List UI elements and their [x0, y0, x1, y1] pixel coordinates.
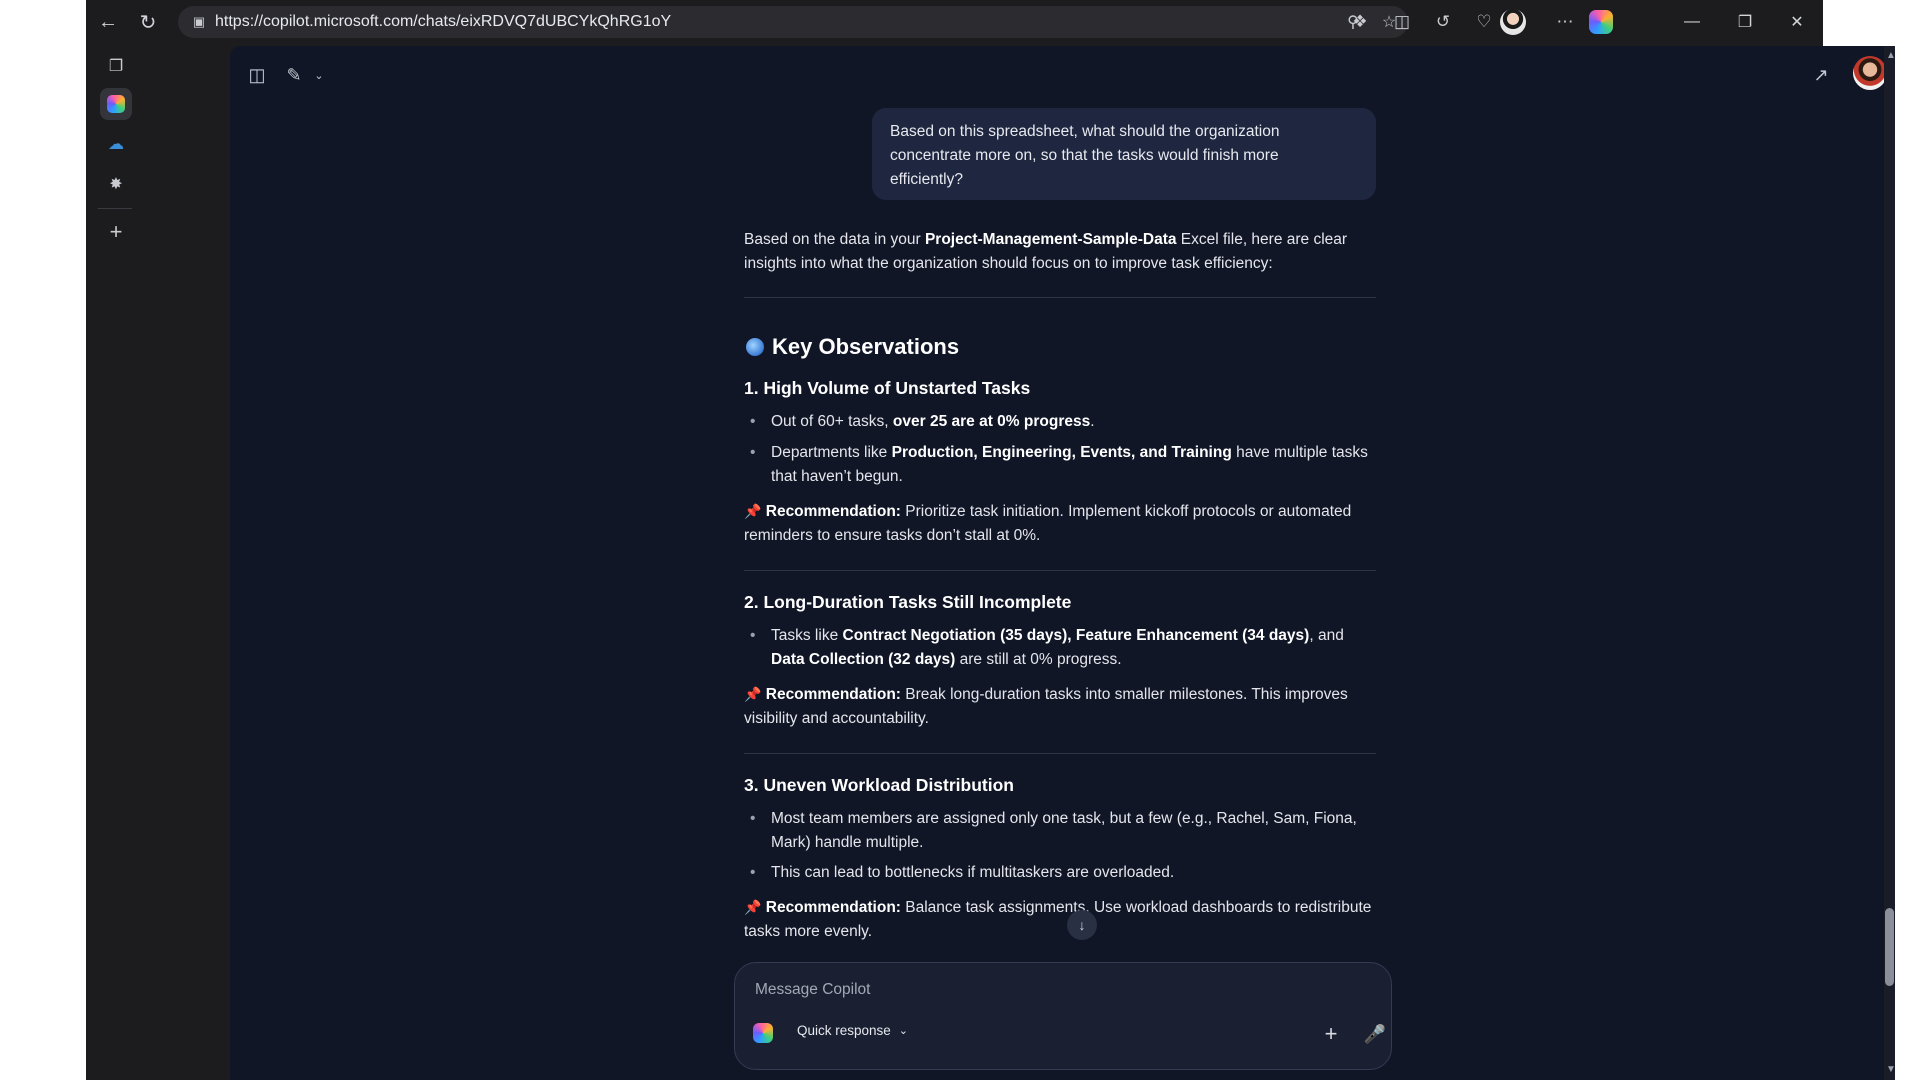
bullet-text: . — [1090, 413, 1095, 430]
new-chat-icon[interactable]: ✎ — [281, 62, 307, 88]
scrollbar-thumb[interactable] — [1885, 908, 1894, 986]
recommendation-label: Recommendation: — [765, 686, 901, 703]
chevron-down-icon: ⌄ — [898, 1025, 909, 1037]
cloud-tab-icon[interactable]: ☁ — [100, 128, 132, 160]
split-screen-icon[interactable]: ◫ — [1389, 9, 1415, 35]
response-mode-label: Quick response — [797, 1023, 891, 1038]
bullet-text: This can lead to bottlenecks if multitas… — [771, 864, 1175, 881]
copilot-page: ◫ ✎ ⌄ ↗ Based on this spreadsheet, what … — [230, 46, 1895, 1080]
recommendation: 📌 Recommendation: Balance task assignmen… — [744, 895, 1380, 944]
back-icon[interactable]: ← — [94, 8, 122, 36]
copilot-icon — [753, 1023, 773, 1043]
divider — [744, 753, 1376, 754]
copilot-icon — [107, 95, 125, 113]
refresh-icon[interactable]: ↻ — [134, 8, 162, 36]
bullet-bold: Contract Negotiation (35 days), Feature … — [842, 627, 1310, 644]
bullet-text: are still at 0% progress. — [955, 651, 1122, 668]
tab-actions-icon[interactable]: ❐ — [100, 50, 132, 82]
observation-title: 1. High Volume of Unstarted Tasks — [744, 378, 1031, 398]
list-item: • Tasks like Contract Negotiation (35 day… — [750, 627, 1344, 668]
divider — [744, 570, 1376, 571]
copilot-icon[interactable] — [1589, 10, 1613, 34]
scroll-up-icon[interactable]: ▲ — [1886, 50, 1895, 61]
scroll-down-icon[interactable]: ▼ — [1886, 1064, 1895, 1075]
chevron-down-icon[interactable]: ⌄ — [306, 62, 332, 88]
browser-toolbar: ← ↻ ▣ https://copilot.microsoft.com/chat… — [86, 0, 1823, 44]
microphone-icon[interactable]: 🎤 — [1361, 1020, 1389, 1048]
divider — [744, 297, 1376, 298]
message-input[interactable] — [753, 975, 1357, 1005]
bullet-text: , and — [1309, 627, 1344, 644]
user-avatar[interactable] — [1853, 56, 1887, 90]
browser-sidebar: ❐ ☁ ✸ + — [86, 44, 144, 1080]
recommendation: 📌 Recommendation: Break long-duration ta… — [744, 682, 1380, 731]
arrow-down-icon: ↓ — [1078, 917, 1086, 933]
bullet-text: Departments like — [771, 444, 892, 461]
share-icon[interactable]: ↗ — [1808, 62, 1834, 88]
extensions-icon[interactable]: ❖ — [1347, 9, 1373, 35]
openai-tab-icon[interactable]: ✸ — [100, 168, 132, 200]
restore-icon[interactable]: ❐ — [1731, 9, 1759, 35]
intro-text: Based on the data in your — [744, 231, 925, 248]
bullet-text: Most team members are assigned only one … — [771, 810, 1357, 851]
more-menu-icon[interactable]: ⋯ — [1552, 9, 1578, 35]
url-text[interactable]: https://copilot.microsoft.com/chats/eixR… — [215, 13, 671, 31]
profile-avatar[interactable] — [1500, 9, 1526, 35]
add-attachment-icon[interactable]: + — [1317, 1020, 1345, 1048]
recommendation-label: Recommendation: — [765, 503, 901, 520]
response-intro: Based on the data in your Project-Manage… — [744, 228, 1380, 276]
sidebar-toggle-icon[interactable]: ◫ — [244, 62, 270, 88]
browser-essentials-icon[interactable]: ♡ — [1471, 9, 1497, 35]
list-item: • Out of 60+ tasks, over 25 are at 0% pro… — [750, 413, 1095, 430]
bullet-text: Out of 60+ tasks, — [771, 413, 893, 430]
sidebar-divider — [98, 208, 132, 209]
list-item: • Most team members are assigned only one… — [750, 810, 1357, 851]
browser-window: ← ↻ ▣ https://copilot.microsoft.com/chat… — [86, 0, 1895, 1080]
list-item: • Departments like Production, Engineerin… — [750, 444, 1368, 485]
observation-title: 3. Uneven Workload Distribution — [744, 775, 1014, 795]
user-message-text: Based on this spreadsheet, what should t… — [890, 123, 1280, 188]
address-bar[interactable]: ▣ https://copilot.microsoft.com/chats/ei… — [178, 6, 1408, 38]
bullet-text: Tasks like — [771, 627, 843, 644]
observation-title: 2. Long-Duration Tasks Still Incomplete — [744, 592, 1072, 612]
pushpin-icon: 📌 — [744, 503, 762, 519]
scroll-to-bottom-button[interactable]: ↓ — [1067, 910, 1097, 940]
response-mode-select[interactable]: Quick response ⌄ — [797, 1023, 908, 1038]
minimize-icon[interactable]: — — [1678, 9, 1706, 35]
pushpin-icon: 📌 — [744, 899, 762, 915]
add-tab-icon[interactable]: + — [100, 216, 132, 248]
sidebar-copilot-tab[interactable] — [100, 88, 132, 120]
bullet-bold: Data Collection (32 days) — [771, 651, 956, 668]
list-item: • This can lead to bottlenecks if multita… — [750, 864, 1175, 881]
section-heading: Key Observations — [746, 334, 959, 360]
recommendation: 📌 Recommendation: Prioritize task initia… — [744, 499, 1380, 548]
bullet-bold: Production, Engineering, Events, and Tra… — [891, 444, 1232, 461]
message-composer: Quick response ⌄ + 🎤 — [734, 962, 1392, 1070]
history-icon[interactable]: ↺ — [1430, 9, 1456, 35]
user-message: Based on this spreadsheet, what should t… — [872, 108, 1376, 200]
file-name: Project-Management-Sample-Data — [924, 231, 1177, 248]
bullet-bold: over 25 are at 0% progress — [892, 413, 1091, 430]
pushpin-icon: 📌 — [744, 686, 762, 702]
section-title: Key Observations — [772, 334, 960, 359]
lock-icon[interactable]: ▣ — [190, 13, 208, 31]
magnifier-icon — [746, 338, 764, 356]
recommendation-label: Recommendation: — [765, 899, 901, 916]
close-icon[interactable]: ✕ — [1783, 9, 1811, 35]
